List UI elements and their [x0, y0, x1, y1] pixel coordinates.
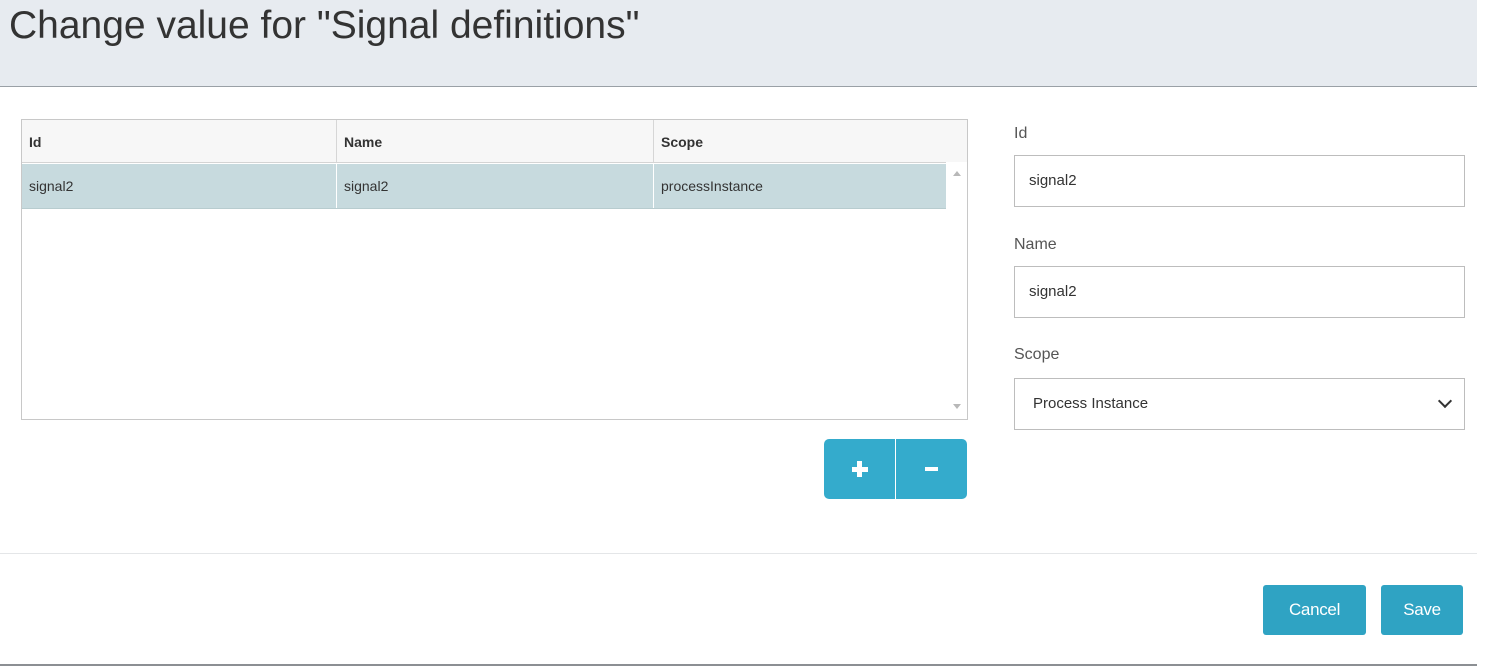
name-input[interactable]: signal2	[1014, 266, 1465, 318]
id-label: Id	[1014, 125, 1028, 142]
cell-scope: processInstance	[661, 178, 763, 194]
add-row-button[interactable]	[824, 439, 895, 499]
footer-divider	[0, 553, 1477, 554]
save-button[interactable]: Save	[1381, 585, 1463, 635]
table-row[interactable]: signal2 signal2 processInstance	[22, 164, 946, 209]
cell-id: signal2	[22, 164, 337, 208]
table-scrollbar[interactable]	[946, 162, 967, 419]
chevron-down-icon	[1437, 393, 1453, 409]
cancel-button[interactable]: Cancel	[1263, 585, 1366, 635]
remove-row-button[interactable]	[895, 439, 967, 499]
dialog-title: Change value for "Signal definitions"	[9, 4, 640, 47]
column-header-scope[interactable]: Scope	[654, 120, 967, 162]
minus-icon	[925, 467, 938, 471]
table-header: Id Name Scope	[22, 120, 967, 163]
column-header-id[interactable]: Id	[22, 120, 337, 162]
dialog-header: Change value for "Signal definitions"	[0, 0, 1477, 87]
scope-selected-value: Process Instance	[1033, 395, 1149, 412]
dialog-bottom-border	[0, 664, 1477, 666]
scope-select[interactable]: Process Instance	[1014, 378, 1465, 430]
signal-definitions-table: Id Name Scope signal2 signal2 processIns…	[21, 119, 968, 420]
column-header-name[interactable]: Name	[337, 120, 654, 162]
scroll-down-arrow-icon[interactable]	[953, 404, 961, 409]
plus-icon	[851, 461, 868, 477]
right-edge	[1477, 0, 1485, 667]
row-actions-button-group	[824, 439, 967, 499]
cell-name: signal2	[337, 164, 654, 208]
scroll-up-arrow-icon[interactable]	[953, 171, 961, 176]
name-label: Name	[1014, 236, 1057, 253]
scope-label: Scope	[1014, 346, 1060, 363]
id-input[interactable]: signal2	[1014, 155, 1465, 207]
